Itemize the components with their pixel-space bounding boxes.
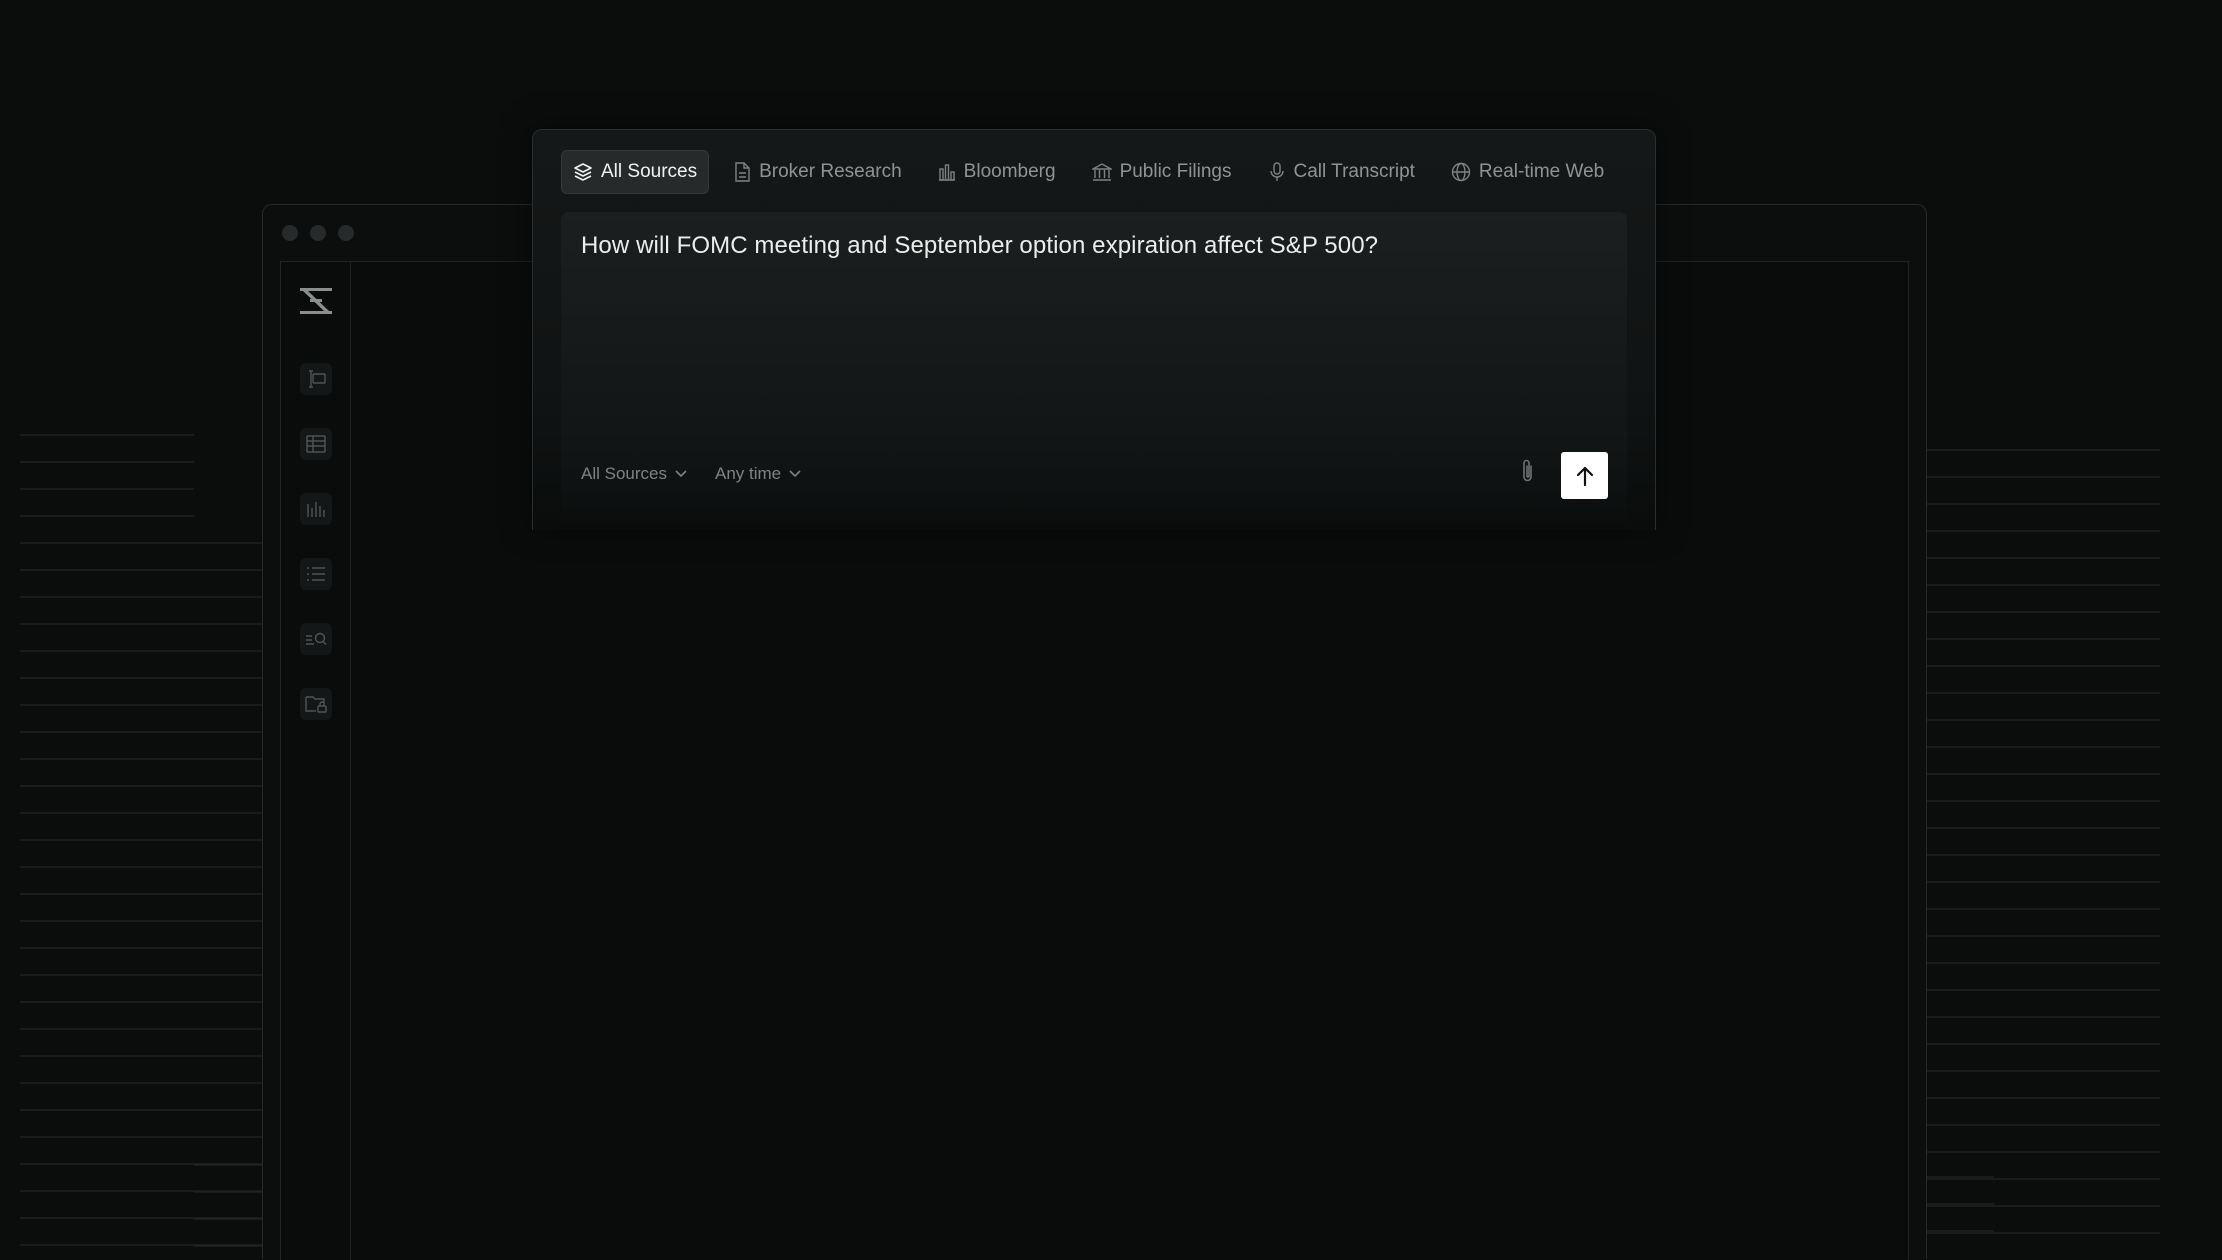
tab-label: Bloomberg — [963, 161, 1056, 182]
window-dot-minimize[interactable] — [310, 225, 326, 241]
chevron-down-icon — [675, 470, 687, 478]
source-filter-label: All Sources — [581, 464, 667, 483]
sidebar-item-search[interactable] — [300, 623, 332, 655]
chevron-down-icon — [789, 470, 801, 478]
text-cursor-icon — [309, 370, 326, 388]
tab-all-sources[interactable]: All Sources — [561, 150, 710, 194]
locked-folder-icon — [305, 696, 327, 713]
search-list-icon — [306, 632, 327, 645]
query-text[interactable]: How will FOMC meeting and September opti… — [581, 232, 1378, 260]
search-panel: All Sources Broker Research Bloomberg Pu… — [532, 129, 1656, 530]
column-chart-icon — [307, 502, 325, 517]
tab-broker-research[interactable]: Broker Research — [721, 151, 914, 193]
window-dot-maximize[interactable] — [338, 225, 354, 241]
attach-button[interactable] — [1511, 454, 1545, 488]
paperclip-icon — [1523, 459, 1532, 482]
arrow-up-icon — [1576, 466, 1593, 486]
time-filter-label: Any time — [715, 464, 782, 483]
list-icon — [307, 567, 325, 581]
query-input[interactable]: How will FOMC meeting and September opti… — [561, 212, 1627, 530]
sidebar-item-chart[interactable] — [300, 493, 332, 525]
tab-bloomberg[interactable]: Bloomberg — [926, 151, 1068, 193]
sidebar-item-folder[interactable] — [300, 688, 332, 720]
tab-real-time-web[interactable]: Real-time Web — [1439, 151, 1616, 193]
send-button[interactable] — [1561, 452, 1608, 499]
tab-label: Call Transcript — [1293, 161, 1415, 182]
tab-label: Public Filings — [1119, 161, 1232, 182]
time-filter-dropdown[interactable]: Any time — [715, 464, 802, 484]
globe-icon — [1451, 162, 1471, 182]
tab-public-filings[interactable]: Public Filings — [1080, 151, 1244, 193]
sidebar-item-text[interactable] — [300, 363, 332, 395]
tab-label: Broker Research — [759, 161, 902, 182]
document-icon — [735, 162, 750, 182]
sidebar — [281, 262, 351, 1260]
source-filter-dropdown[interactable]: All Sources — [581, 464, 688, 484]
layers-icon — [574, 163, 592, 181]
sidebar-item-table[interactable] — [300, 428, 332, 460]
table-icon — [306, 435, 326, 453]
microphone-icon — [1269, 162, 1284, 181]
bank-icon — [1091, 163, 1112, 181]
source-tabs: All Sources Broker Research Bloomberg Pu… — [561, 150, 1628, 194]
tab-label: All Sources — [601, 161, 698, 182]
tab-label: Real-time Web — [1478, 161, 1605, 182]
bar-chart-icon — [938, 164, 955, 181]
tab-call-transcript[interactable]: Call Transcript — [1256, 151, 1427, 193]
window-dot-close[interactable] — [282, 225, 298, 241]
app-logo-icon[interactable] — [299, 286, 333, 316]
sidebar-item-list[interactable] — [300, 558, 332, 590]
